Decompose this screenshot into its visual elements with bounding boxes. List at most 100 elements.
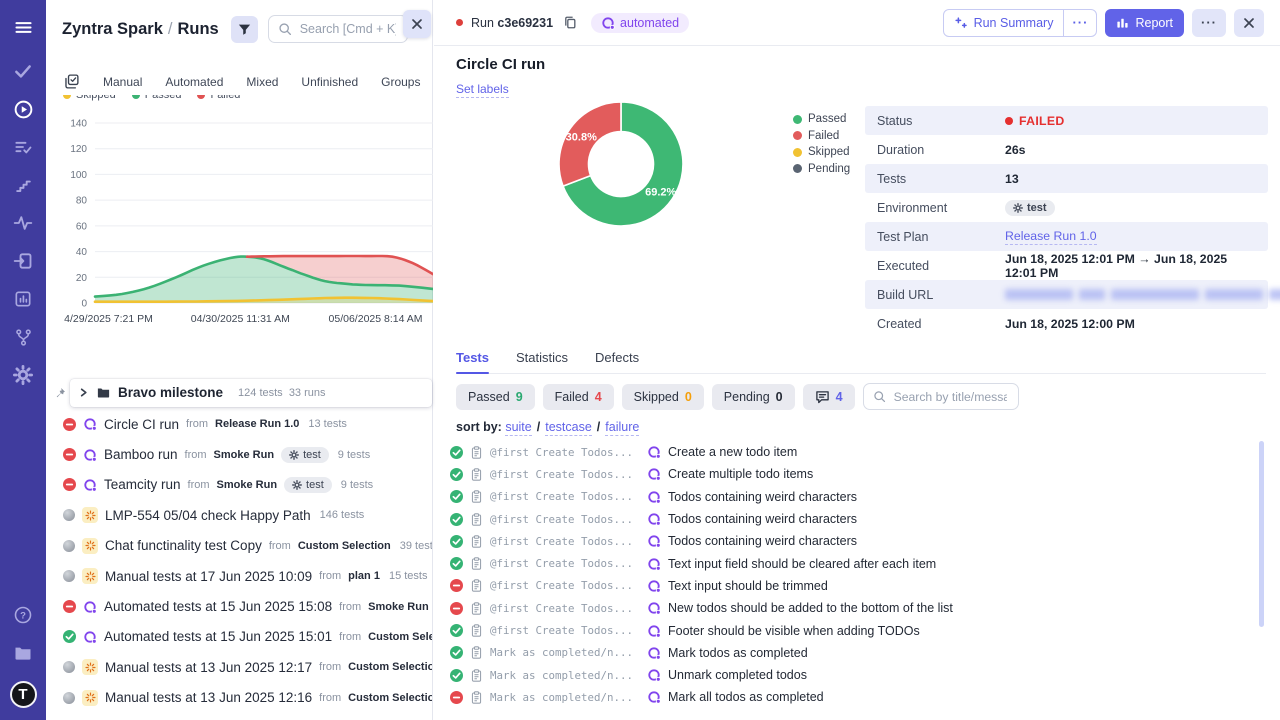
run-list-item[interactable]: Manual tests at 13 Jun 2025 12:16fromCus…	[46, 683, 432, 713]
test-row[interactable]: Mark as completed/n... Mark todos as comp…	[450, 642, 1256, 664]
milestone-row[interactable]: Bravo milestone 124 tests 33 runs	[52, 378, 432, 407]
run-list-item[interactable]: Chat functinality test CopyfromCustom Se…	[46, 531, 432, 561]
test-title: Mark todos as completed	[668, 646, 808, 660]
run-source: Custom Selection	[368, 631, 432, 643]
clipboard-icon	[470, 490, 483, 503]
tab-statistics[interactable]: Statistics	[516, 350, 568, 373]
donut-legend-item[interactable]: Failed	[793, 130, 850, 142]
branches-icon[interactable]	[0, 318, 46, 356]
run-list-item[interactable]: Manual tests at 13 Jun 2025 12:17fromCus…	[46, 652, 432, 682]
funnel-icon	[237, 22, 252, 37]
close-icon	[411, 18, 423, 30]
passed-status-icon	[450, 669, 463, 682]
test-title: Mark all todos as completed	[668, 690, 824, 704]
sort-by-failure[interactable]: failure	[605, 420, 639, 436]
automated-badge[interactable]: automated	[591, 13, 689, 33]
test-row[interactable]: @first Create Todos...Footer should be v…	[450, 619, 1256, 641]
analytics-icon[interactable]	[0, 280, 46, 318]
run-list-item[interactable]: LMP-554 05/04 check Happy Path146 tests	[46, 500, 432, 530]
runs-search[interactable]	[268, 15, 408, 43]
filter-chip-failed[interactable]: Failed4	[543, 384, 614, 410]
close-run-button[interactable]	[1234, 9, 1264, 37]
donut-legend-item[interactable]: Skipped	[793, 146, 850, 158]
select-runs-icon[interactable]	[63, 73, 80, 90]
run-list-item[interactable]: Bamboo runfromSmoke Runtest9 tests	[46, 439, 432, 469]
run-list-item[interactable]: Automated tests at 15 Jun 2025 15:01from…	[46, 622, 432, 652]
run-list-item[interactable]: Teamcity runfromSmoke Runtest9 tests	[46, 470, 432, 500]
plans-list-check-icon[interactable]	[0, 128, 46, 166]
help-icon[interactable]: ?	[0, 596, 46, 634]
clipboard-icon	[470, 446, 483, 459]
run-list-item[interactable]: Manual tests at 17 Jun 2025 10:09frompla…	[46, 561, 432, 591]
filter-chip-skipped[interactable]: Skipped0	[622, 384, 704, 410]
test-row[interactable]: Mark as completed/n...Unmark completed t…	[450, 664, 1256, 686]
run-source: Smoke Run	[217, 479, 278, 491]
tests-search-input[interactable]	[892, 389, 1009, 405]
automated-run-icon	[647, 490, 661, 504]
chevron-right-icon[interactable]	[78, 387, 89, 398]
run-type-tab-groups[interactable]: Groups	[381, 75, 420, 89]
runs-play-icon[interactable]	[0, 90, 46, 128]
run-type-tab-mixed[interactable]: Mixed	[246, 75, 278, 89]
test-row[interactable]: @first Create Todos...Todos containing w…	[450, 530, 1256, 552]
test-row[interactable]: @first Create Todos...New todos should b…	[450, 597, 1256, 619]
filter-button[interactable]	[231, 16, 258, 43]
more-actions-button[interactable]: ···	[1192, 9, 1226, 37]
projects-folder-icon[interactable]	[0, 634, 46, 672]
run-summary-button[interactable]: Run Summary	[944, 10, 1064, 36]
filter-chip-passed[interactable]: Passed9	[456, 384, 535, 410]
test-row[interactable]: @first Create Todos...Create a new todo …	[450, 441, 1256, 463]
run-name: Manual tests at 17 Jun 2025 10:09	[105, 569, 312, 584]
tests-search[interactable]	[863, 383, 1019, 410]
test-suite: @first Create Todos...	[490, 490, 640, 503]
test-suite: Mark as completed/n...	[490, 646, 640, 659]
run-summary-more-button[interactable]: ···	[1063, 10, 1096, 36]
filter-chip-pending[interactable]: Pending0	[712, 384, 795, 410]
sort-by-testcase[interactable]: testcase	[545, 420, 592, 436]
run-list-item[interactable]: Automated tests at 15 Jun 2025 15:08from…	[46, 591, 432, 621]
filter-chip-comments[interactable]: 4	[803, 384, 855, 410]
clipboard-icon	[470, 602, 483, 615]
report-button[interactable]: Report	[1105, 9, 1184, 37]
copy-icon[interactable]	[563, 15, 577, 30]
app-logo[interactable]: T	[10, 681, 37, 708]
run-type-tab-unfinished[interactable]: Unfinished	[301, 75, 358, 89]
neutral-status-icon	[63, 661, 75, 673]
test-plan-link[interactable]: Release Run 1.0	[1005, 229, 1097, 245]
pulse-icon[interactable]	[0, 204, 46, 242]
automated-run-icon	[83, 417, 97, 431]
run-list-item[interactable]: Circle CI runfromRelease Run 1.013 tests	[46, 409, 432, 439]
import-icon[interactable]	[0, 242, 46, 280]
sort-row: sort by: suite/testcase/failure	[456, 420, 639, 434]
donut-legend-item[interactable]: Pending	[793, 163, 850, 175]
tab-defects[interactable]: Defects	[595, 350, 639, 373]
tests-scrollbar[interactable]	[1259, 441, 1264, 627]
test-row[interactable]: @first Create Todos...Todos containing w…	[450, 508, 1256, 530]
runs-search-input[interactable]	[298, 21, 398, 37]
steps-icon[interactable]	[0, 166, 46, 204]
test-row[interactable]: @first Create Todos...Todos containing w…	[450, 486, 1256, 508]
tab-tests[interactable]: Tests	[456, 350, 489, 373]
tests-check-icon[interactable]	[0, 52, 46, 90]
test-suite: @first Create Todos...	[490, 535, 640, 548]
close-icon	[1243, 17, 1255, 29]
runs-panel: Zyntra Spark/Runs ManualAutomatedMixedUn…	[46, 0, 433, 720]
close-panel-button[interactable]	[403, 10, 431, 38]
run-type-tab-automated[interactable]: Automated	[165, 75, 223, 89]
test-row[interactable]: @first Create Todos...Text input field s…	[450, 552, 1256, 574]
settings-gear-icon[interactable]	[0, 356, 46, 394]
automated-run-icon	[647, 624, 661, 638]
report-chart-icon	[1116, 16, 1129, 29]
svg-text:04/30/2025 11:31 AM: 04/30/2025 11:31 AM	[191, 313, 290, 325]
set-labels-link[interactable]: Set labels	[456, 82, 509, 98]
sort-by-suite[interactable]: suite	[505, 420, 531, 436]
test-row[interactable]: @first Create Todos...Text input should …	[450, 575, 1256, 597]
build-url-redacted[interactable]	[1005, 289, 1280, 300]
test-row[interactable]: Mark as completed/n...Mark all todos as …	[450, 686, 1256, 708]
donut-legend-item[interactable]: Passed	[793, 113, 850, 125]
run-type-tab-manual[interactable]: Manual	[103, 75, 142, 89]
breadcrumb-project[interactable]: Zyntra Spark	[62, 20, 163, 38]
svg-text:40: 40	[76, 247, 88, 258]
menu-icon[interactable]	[0, 10, 46, 44]
test-row[interactable]: @first Create Todos...Create multiple to…	[450, 463, 1256, 485]
